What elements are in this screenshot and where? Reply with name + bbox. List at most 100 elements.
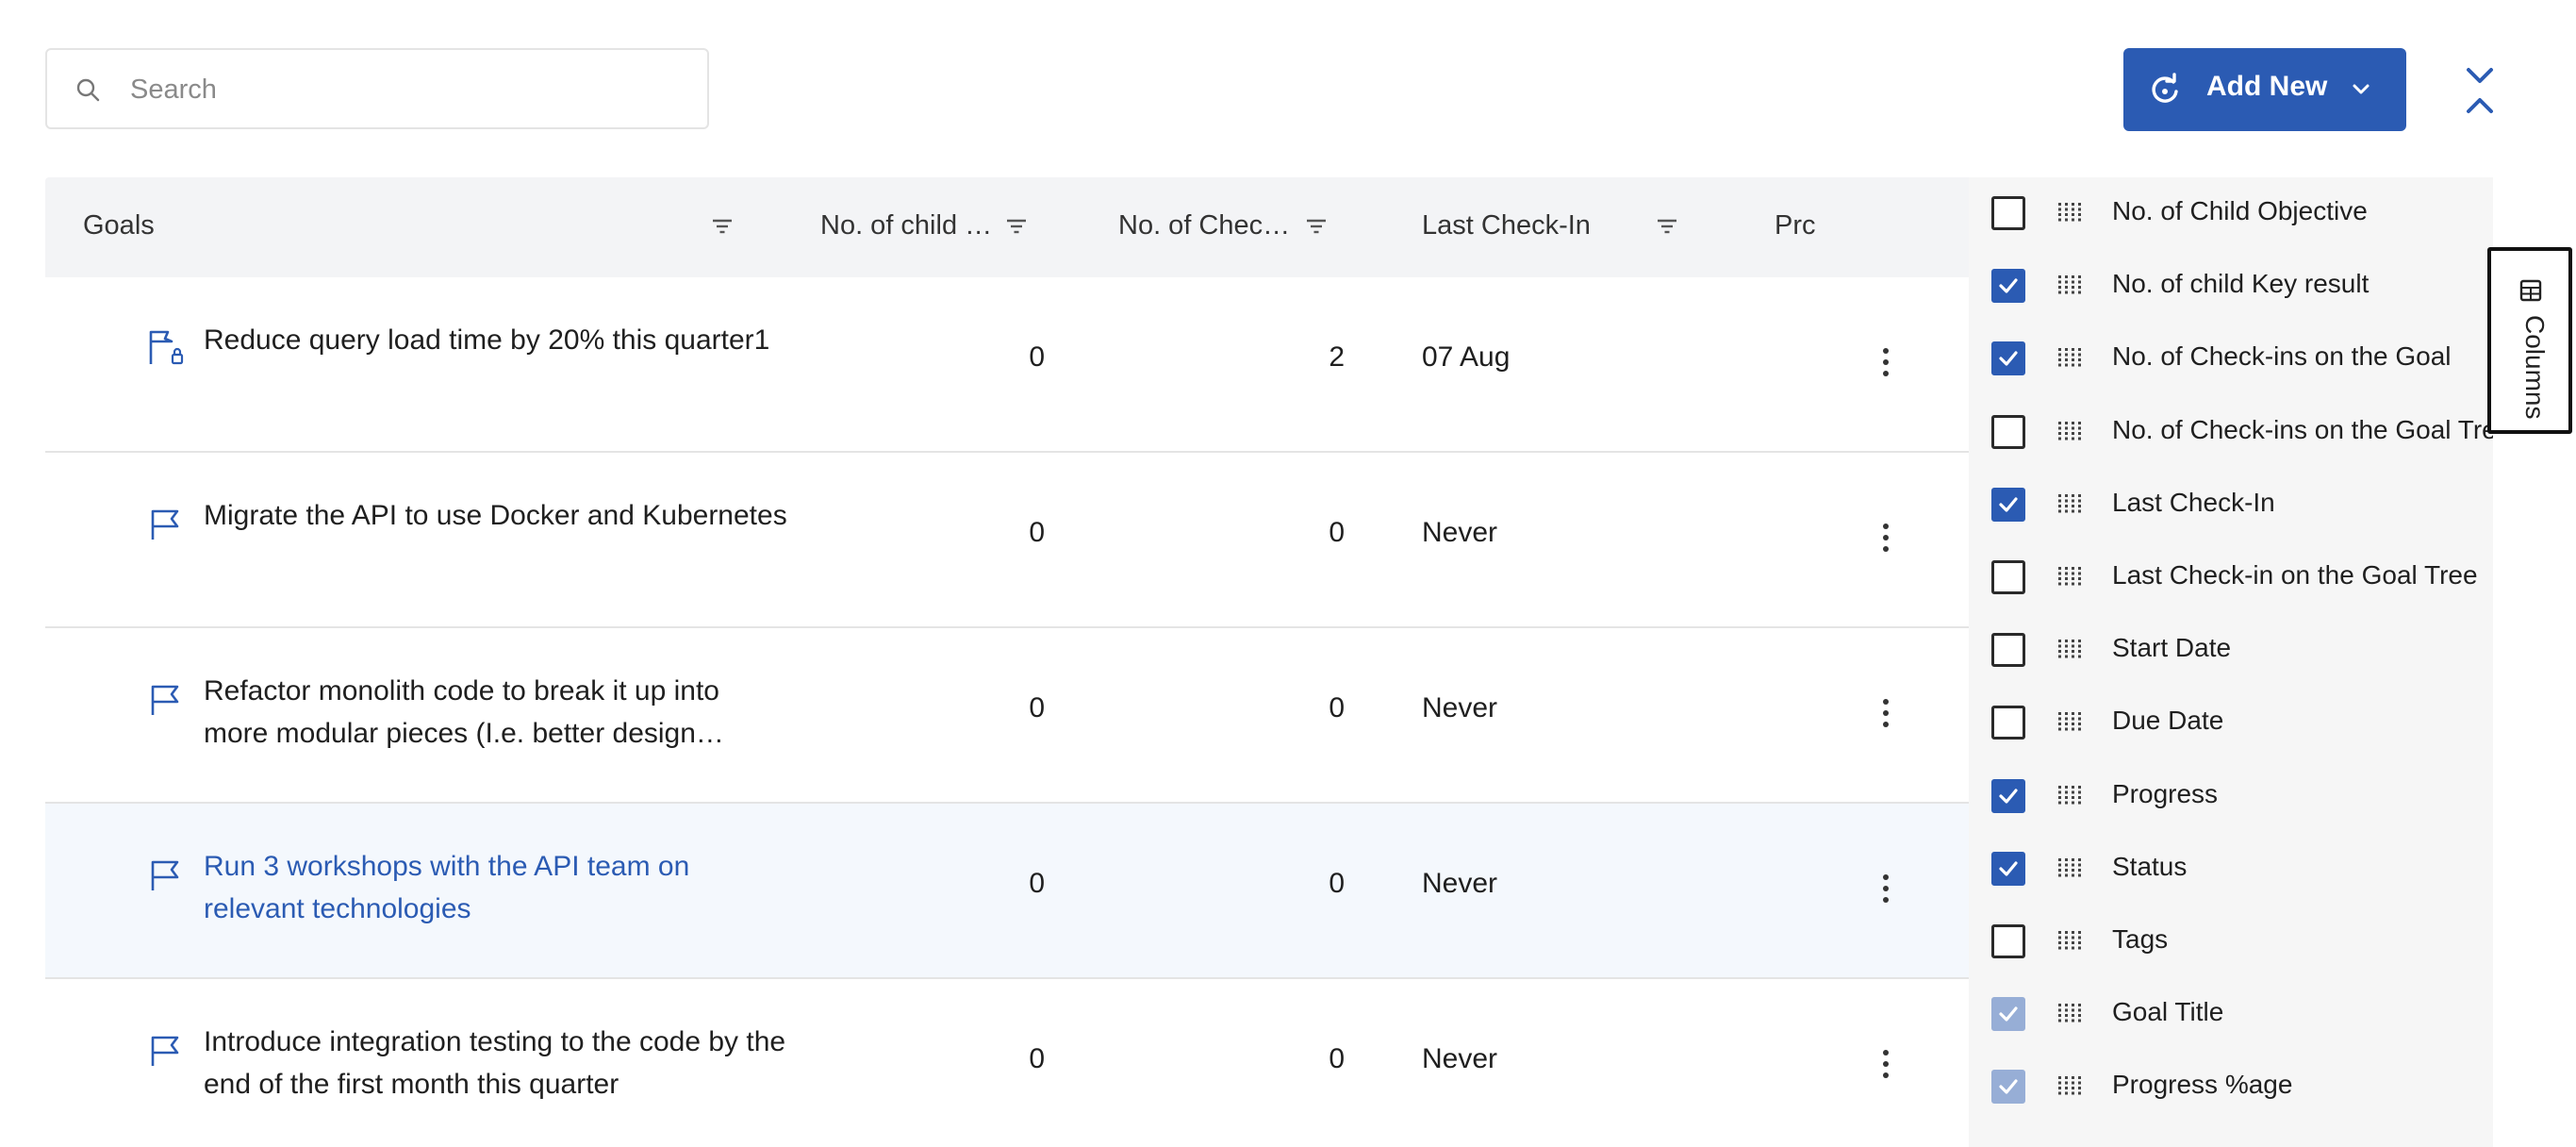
column-option[interactable]: No. of Check-ins on the Goal	[1969, 323, 2493, 395]
column-option[interactable]: No. of Child Objective	[1969, 177, 2493, 250]
last-checkin: Never	[1422, 1043, 1498, 1074]
column-option[interactable]: No. of Check-ins on the Goal Tree	[1969, 396, 2493, 469]
child-count: 0	[1029, 868, 1045, 899]
header-last-checkin[interactable]: Last Check-In	[1422, 210, 1591, 241]
checkin-count: 2	[1329, 341, 1345, 373]
drag-handle-icon[interactable]	[2057, 1075, 2082, 1096]
checkin-count: 0	[1329, 517, 1345, 548]
drag-handle-icon[interactable]	[2057, 711, 2082, 732]
column-checkbox[interactable]	[1991, 560, 2025, 594]
add-new-button[interactable]: Add New	[2123, 48, 2406, 131]
last-checkin: 07 Aug	[1422, 341, 1511, 373]
filter-icon[interactable]	[709, 213, 735, 240]
drag-handle-icon[interactable]	[2057, 347, 2082, 368]
child-count: 0	[1029, 341, 1045, 373]
drag-handle-icon[interactable]	[2057, 421, 2082, 441]
column-checkbox[interactable]	[1991, 341, 2025, 376]
column-option[interactable]: Goal Title	[1969, 978, 2493, 1051]
columns-icon	[2519, 279, 2542, 302]
goal-title-link[interactable]: Refactor monolith code to break it up in…	[204, 670, 788, 755]
column-option[interactable]: Due Date	[1969, 687, 2493, 759]
table-row[interactable]: Run 3 workshops with the API team on rel…	[45, 804, 1969, 979]
column-checkbox[interactable]	[1991, 487, 2025, 522]
column-checkbox	[1991, 997, 2025, 1032]
drag-handle-icon[interactable]	[2057, 857, 2082, 878]
drag-handle-icon[interactable]	[2057, 785, 2082, 806]
column-option-label: No. of Child Objective	[2112, 196, 2368, 225]
more-options-icon[interactable]	[1876, 870, 1895, 907]
table-row[interactable]: Migrate the API to use Docker and Kubern…	[45, 453, 1969, 628]
goal-title-link[interactable]: Run 3 workshops with the API team on rel…	[204, 845, 788, 930]
filter-icon[interactable]	[1303, 213, 1329, 240]
column-option-label: Last Check-In	[2112, 487, 2275, 517]
flag-icon	[151, 860, 179, 890]
table-row[interactable]: Refactor monolith code to break it up in…	[45, 628, 1969, 804]
column-option-label: Goal Title	[2112, 997, 2224, 1027]
columns-tab-label: Columns	[2520, 315, 2550, 420]
child-count: 0	[1029, 692, 1045, 723]
more-options-icon[interactable]	[1876, 343, 1895, 381]
header-progress[interactable]: Prc	[1775, 210, 1816, 241]
add-new-label: Add New	[2206, 71, 2328, 102]
drag-handle-icon[interactable]	[2057, 1003, 2082, 1023]
last-checkin: Never	[1422, 692, 1498, 723]
column-checkbox[interactable]	[1991, 706, 2025, 740]
table-row[interactable]: Introduce integration testing to the cod…	[45, 979, 1969, 1147]
column-checkbox	[1991, 1070, 2025, 1105]
last-checkin: Never	[1422, 517, 1498, 548]
column-option-label: No. of Check-ins on the Goal Tree	[2112, 414, 2493, 444]
column-checkbox[interactable]	[1991, 778, 2025, 813]
header-checkins[interactable]: No. of Chec…	[1118, 210, 1290, 241]
header-child-key-results[interactable]: No. of child …	[820, 210, 992, 241]
column-option[interactable]: Progress	[1969, 760, 2493, 833]
drag-handle-icon[interactable]	[2057, 930, 2082, 951]
column-option[interactable]: No. of child Key result	[1969, 250, 2493, 323]
column-option[interactable]: Tags	[1969, 906, 2493, 978]
column-option-label: Progress %age	[2112, 1070, 2293, 1100]
flag-icon	[151, 509, 179, 540]
column-option-label: No. of child Key result	[2112, 269, 2370, 299]
header-goals[interactable]: Goals	[83, 210, 155, 241]
column-option-label: Due Date	[2112, 706, 2224, 736]
locked-flag-icon	[149, 330, 184, 365]
column-checkbox[interactable]	[1991, 414, 2025, 449]
more-options-icon[interactable]	[1876, 1045, 1895, 1083]
drag-handle-icon[interactable]	[2057, 274, 2082, 295]
columns-tab[interactable]: Columns	[2487, 247, 2572, 434]
more-options-icon[interactable]	[1876, 694, 1895, 732]
search-box[interactable]	[45, 48, 709, 129]
drag-handle-icon[interactable]	[2057, 493, 2082, 514]
collapse-expand-icon[interactable]	[2459, 64, 2501, 117]
last-checkin: Never	[1422, 868, 1498, 899]
goal-title-link[interactable]: Introduce integration testing to the cod…	[204, 1021, 788, 1105]
column-checkbox[interactable]	[1991, 633, 2025, 668]
column-checkbox[interactable]	[1991, 269, 2025, 304]
filter-icon[interactable]	[1003, 213, 1030, 240]
goal-title-link[interactable]: Reduce query load time by 20% this quart…	[204, 319, 788, 361]
checkin-count: 0	[1329, 1043, 1345, 1074]
drag-handle-icon[interactable]	[2057, 566, 2082, 587]
drag-handle-icon[interactable]	[2057, 202, 2082, 223]
column-option[interactable]: Last Check-In	[1969, 469, 2493, 541]
column-option-label: Progress	[2112, 778, 2219, 808]
chevron-down-icon[interactable]	[2350, 78, 2372, 101]
table-header: Goals No. of child … No. of Chec… Last C…	[45, 177, 1969, 277]
child-count: 0	[1029, 517, 1045, 548]
column-option[interactable]: Last Check-in on the Goal Tree	[1969, 541, 2493, 614]
table-row[interactable]: Reduce query load time by 20% this quart…	[45, 277, 1969, 453]
column-option[interactable]: Progress %age	[1969, 1051, 2493, 1123]
columns-panel: No. of Child Objective No. of child Key r…	[1969, 177, 2493, 1147]
more-options-icon[interactable]	[1876, 519, 1895, 557]
drag-handle-icon[interactable]	[2057, 639, 2082, 659]
column-option[interactable]: Start Date	[1969, 614, 2493, 687]
column-option-label: Status	[2112, 851, 2188, 881]
goal-title-link[interactable]: Migrate the API to use Docker and Kubern…	[204, 494, 788, 537]
column-option[interactable]: Status	[1969, 833, 2493, 906]
filter-icon[interactable]	[1654, 213, 1680, 240]
column-checkbox[interactable]	[1991, 924, 2025, 958]
column-option-label: Start Date	[2112, 633, 2232, 663]
checkin-count: 0	[1329, 692, 1345, 723]
column-checkbox[interactable]	[1991, 196, 2025, 230]
column-checkbox[interactable]	[1991, 851, 2025, 886]
search-input[interactable]	[128, 59, 688, 120]
